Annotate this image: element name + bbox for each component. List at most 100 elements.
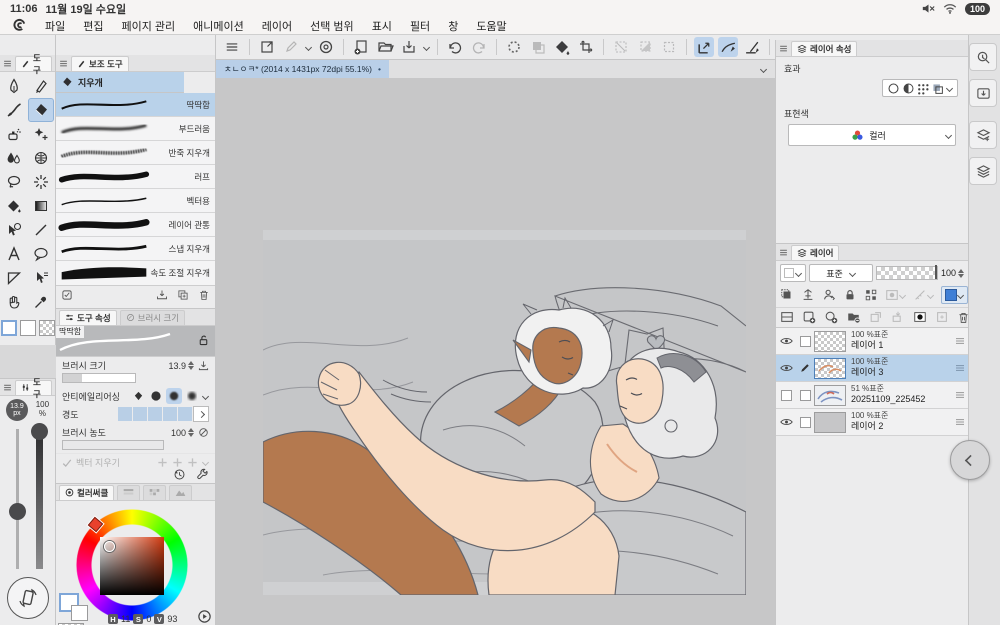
transparent-color-chip[interactable]: [38, 320, 55, 336]
subtool-item[interactable]: 스냅 지우개: [56, 237, 215, 261]
chevron-down-icon[interactable]: [305, 44, 312, 51]
snap-to-special-ruler-icon[interactable]: [718, 37, 738, 57]
layer-checkbox[interactable]: [799, 335, 811, 347]
tool-pencil[interactable]: [28, 74, 54, 98]
brush-size-knob[interactable]: [9, 503, 26, 520]
color-set-tab[interactable]: [143, 484, 167, 500]
palette-menu-icon[interactable]: [779, 248, 788, 257]
delete-subtool-icon[interactable]: [198, 289, 210, 301]
new-folder-icon[interactable]: [846, 310, 861, 324]
layer-thumbnail[interactable]: [814, 357, 846, 379]
layer-property-tab[interactable]: 레이어 속성: [791, 40, 858, 56]
rotate-canvas-button[interactable]: [7, 577, 49, 619]
hue-value[interactable]: 11: [121, 614, 130, 624]
row-handle-icon[interactable]: [955, 337, 965, 345]
palette-menu-icon[interactable]: [779, 44, 788, 53]
tool-pen[interactable]: [1, 74, 27, 98]
subtool-item[interactable]: 러프: [56, 165, 215, 189]
brush-size-slider[interactable]: [16, 429, 19, 569]
document-canvas[interactable]: [262, 230, 747, 596]
new-layer-icon[interactable]: [802, 310, 816, 324]
menu-layer[interactable]: 레이어: [262, 18, 292, 34]
menu-page[interactable]: 페이지 관리: [122, 18, 176, 34]
layer-checkbox[interactable]: [799, 389, 811, 401]
panel-layout-icon[interactable]: [780, 310, 794, 324]
new-canvas-icon[interactable]: [351, 37, 371, 57]
tool-decoration[interactable]: [28, 122, 54, 146]
reset-default-icon[interactable]: [173, 468, 186, 481]
border-effect-icon[interactable]: [887, 82, 900, 95]
deselect-icon[interactable]: [504, 37, 524, 57]
snap-to-ruler-icon[interactable]: [694, 37, 714, 57]
collapse-panel-button[interactable]: [950, 440, 990, 480]
brush-size-bar[interactable]: [62, 373, 136, 383]
density-bar[interactable]: [62, 440, 164, 450]
menu-edit[interactable]: 편집: [83, 18, 103, 34]
expression-color-select[interactable]: 컬러: [788, 124, 956, 146]
import-subtool-icon[interactable]: [156, 289, 168, 301]
new-vector-layer-icon[interactable]: [824, 310, 838, 324]
tool-palette-tab[interactable]: 도구: [15, 53, 52, 75]
layer-name[interactable]: 레이어 2: [851, 421, 952, 432]
document-tab[interactable]: ㅊㄴㅇㅋ* (2014 x 1431px 72dpi 55.1%) •: [216, 60, 389, 78]
draft-layer-icon[interactable]: [822, 288, 836, 302]
row-handle-icon[interactable]: [955, 418, 965, 426]
material-download-icon[interactable]: [969, 79, 997, 107]
tool-gradient[interactable]: [28, 194, 54, 218]
reference-layer-icon[interactable]: [801, 288, 815, 302]
tool-object[interactable]: [1, 218, 27, 242]
eye-icon[interactable]: [779, 417, 793, 427]
subtool-item[interactable]: 부드러움: [56, 117, 215, 141]
subtool-item[interactable]: 딱딱함: [56, 93, 215, 117]
menu-window[interactable]: 창: [448, 18, 458, 34]
tone-effect-icon[interactable]: [902, 82, 915, 95]
layer-thumbnail[interactable]: [814, 411, 846, 433]
mute-icon[interactable]: [922, 3, 935, 14]
layer-name[interactable]: 20251109_225452: [851, 394, 952, 405]
quick-access-icon[interactable]: [969, 43, 997, 71]
tool-line[interactable]: [28, 218, 54, 242]
tool-frame-border[interactable]: [1, 266, 27, 290]
menu-filter[interactable]: 필터: [410, 18, 430, 34]
sub-color-chip[interactable]: [19, 320, 36, 336]
color-history-icon[interactable]: [197, 609, 212, 624]
unlock-icon[interactable]: [197, 334, 210, 347]
tool-balloon[interactable]: [28, 242, 54, 266]
subtool-tab[interactable]: 보조 도구: [71, 55, 129, 71]
clip-to-layer-icon[interactable]: [780, 288, 794, 302]
undo-icon[interactable]: [445, 37, 465, 57]
fill-icon[interactable]: [552, 37, 572, 57]
hud-tab[interactable]: 도구: [15, 377, 52, 399]
approx-color-tab[interactable]: [169, 484, 193, 500]
sat-value[interactable]: 0: [146, 614, 151, 624]
layer-row[interactable]: 51 %표준 20251109_225452: [776, 382, 968, 409]
tab-list-chevron-icon[interactable]: [760, 66, 767, 73]
lock-layer-icon[interactable]: [843, 288, 857, 302]
tool-fill[interactable]: [1, 194, 27, 218]
palette-color-select[interactable]: [780, 264, 806, 282]
layer-thumbnail[interactable]: [814, 330, 846, 352]
main-color-chip[interactable]: [0, 320, 17, 336]
wifi-icon[interactable]: [943, 3, 957, 14]
layer-opacity-value[interactable]: 100: [941, 268, 956, 278]
duplicate-subtool-icon[interactable]: [177, 289, 189, 301]
subtool-item[interactable]: 반죽 지우개: [56, 141, 215, 165]
row-handle-icon[interactable]: [955, 391, 965, 399]
palette-menu-icon[interactable]: [3, 383, 12, 392]
chevron-down-icon[interactable]: [946, 85, 953, 92]
layers-dock-icon[interactable]: [969, 157, 997, 185]
layer-name[interactable]: 레이어 3: [851, 367, 952, 378]
layer-mask-icon[interactable]: [913, 310, 927, 324]
aa-none-icon[interactable]: [130, 388, 146, 404]
palette-menu-icon[interactable]: [3, 59, 12, 68]
tool-selection-lasso[interactable]: [1, 170, 27, 194]
brush-size-stepper[interactable]: [188, 361, 194, 370]
eye-icon[interactable]: [779, 336, 793, 346]
eye-icon[interactable]: [779, 363, 793, 373]
no-effect-icon[interactable]: [198, 427, 209, 438]
opacity-stepper[interactable]: [958, 268, 964, 278]
source-setting-icon[interactable]: [198, 360, 209, 371]
density-value[interactable]: 100: [171, 428, 186, 438]
blend-mode-select[interactable]: 표준: [809, 264, 873, 282]
clip-studio-logo-icon[interactable]: [12, 18, 27, 33]
